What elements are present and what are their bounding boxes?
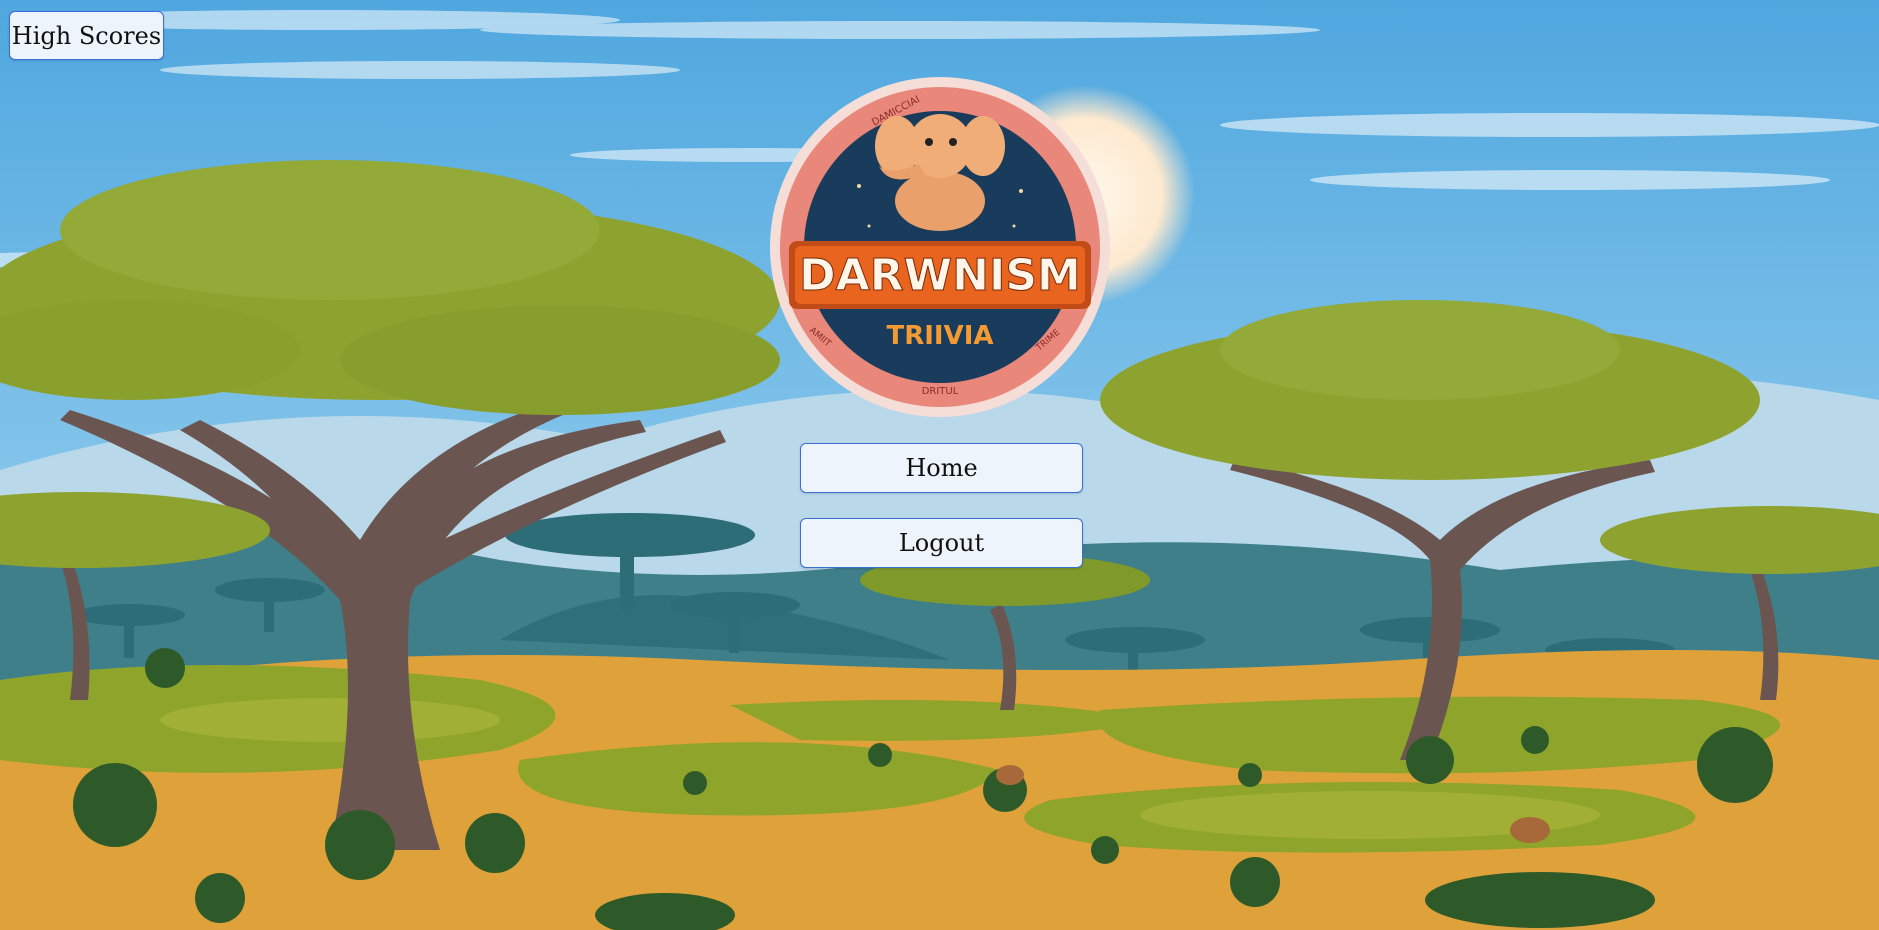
darwinism-trivia-logo: DARWNISM TRIIVIA DAMICCIAI AMIIT TRIME D… <box>770 77 1110 417</box>
logo-ring-bottom: DRITUL <box>922 386 959 397</box>
home-button[interactable]: Home <box>800 443 1083 493</box>
high-scores-button[interactable]: High Scores <box>9 11 164 60</box>
logo-subtitle: TRIIVIA <box>886 321 993 351</box>
logout-button[interactable]: Logout <box>800 518 1083 568</box>
logo-title: DARWNISM <box>799 250 1081 301</box>
